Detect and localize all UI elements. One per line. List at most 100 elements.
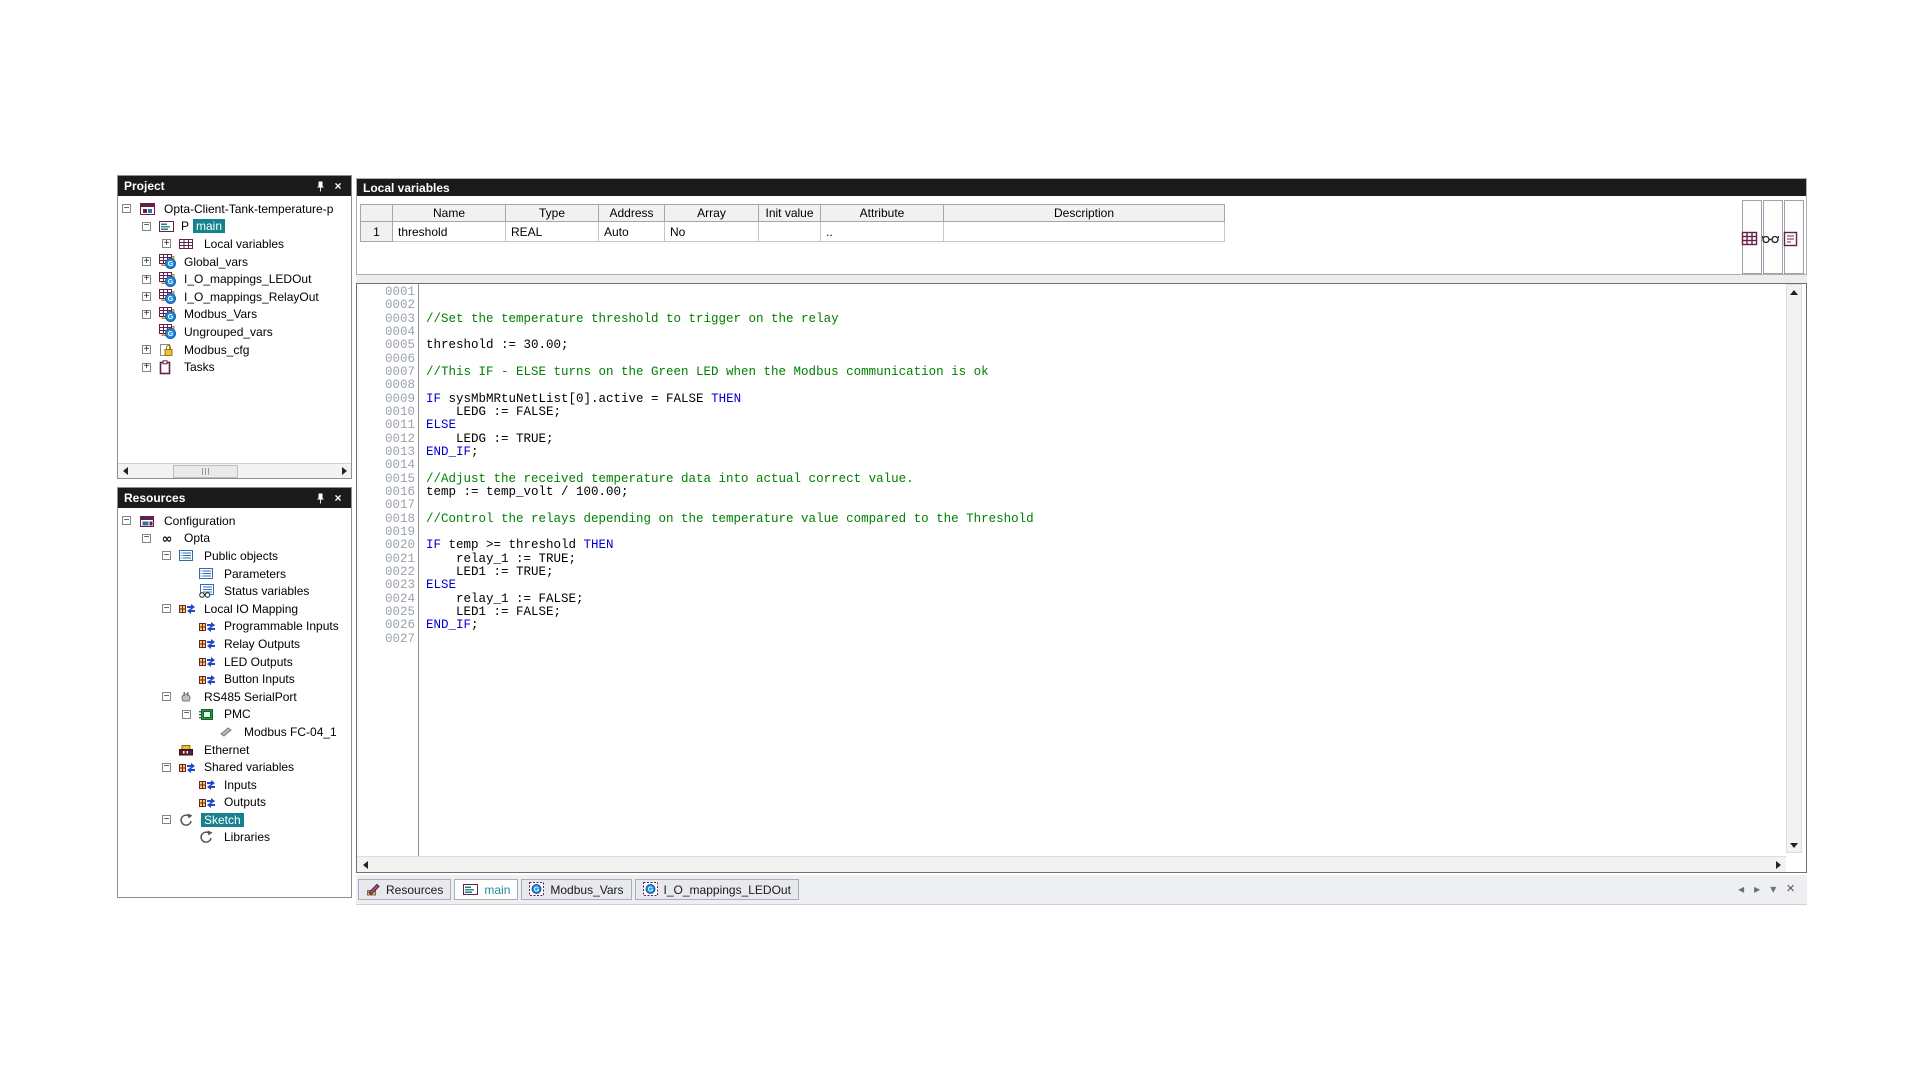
line-number: 0014 <box>357 459 418 472</box>
project-panel-header[interactable]: Project × <box>118 176 351 196</box>
tab-i-o-mappings-ledout[interactable]: GI_O_mappings_LEDOut <box>635 879 799 900</box>
doc-view-button[interactable] <box>1784 200 1804 274</box>
tab-close-button[interactable]: × <box>1786 883 1795 895</box>
expander-icon[interactable]: + <box>142 345 151 354</box>
tree-item-configuration[interactable]: −Configuration <box>118 512 351 530</box>
program-icon <box>158 220 181 233</box>
tree-item-pmc[interactable]: −PMC <box>118 706 351 724</box>
tree-item-modbus-vars[interactable]: +GModbus_Vars <box>118 306 351 324</box>
tree-item-opta-client-tank-temperature-p[interactable]: −Opta-Client-Tank-temperature-p <box>118 200 351 218</box>
line-number: 0023 <box>357 579 418 592</box>
panel-splitter[interactable] <box>356 275 1807 283</box>
tree-item-modbus-cfg[interactable]: +Modbus_cfg <box>118 341 351 359</box>
gutter-separator <box>418 284 419 856</box>
expander-icon[interactable]: − <box>182 710 191 719</box>
expander-icon[interactable]: + <box>162 239 171 248</box>
tree-item-tasks[interactable]: +Tasks <box>118 358 351 376</box>
close-icon[interactable]: × <box>331 491 345 505</box>
code-line: 0013END_IF; <box>357 446 1786 459</box>
tree-item-i-o-mappings-ledout[interactable]: +GI_O_mappings_LEDOut <box>118 270 351 288</box>
line-number: 0024 <box>357 593 418 606</box>
expander-icon[interactable]: − <box>162 815 171 824</box>
scroll-up-icon[interactable] <box>1787 285 1801 299</box>
tree-item-local-variables[interactable]: +Local variables <box>118 235 351 253</box>
tree-item-libraries[interactable]: Libraries <box>118 829 351 847</box>
tree-item-public-objects[interactable]: −Public objects <box>118 547 351 565</box>
expander-icon[interactable]: − <box>162 604 171 613</box>
expander-icon[interactable]: + <box>142 275 151 284</box>
code-line: 0010 LEDG := FALSE; <box>357 406 1786 419</box>
cell-description[interactable] <box>944 222 1225 242</box>
tree-item-global-vars[interactable]: +GGlobal_vars <box>118 253 351 271</box>
close-icon[interactable]: × <box>331 179 345 193</box>
tree-item-local-io-mapping[interactable]: −Local IO Mapping <box>118 600 351 618</box>
tree-item-ethernet[interactable]: Ethernet <box>118 741 351 759</box>
expander-icon[interactable]: − <box>122 204 131 213</box>
tree-item-sketch[interactable]: −Sketch <box>118 811 351 829</box>
project-tree: −Opta-Client-Tank-temperature-p−Pmain+Lo… <box>118 200 351 376</box>
tab-resources[interactable]: Resources <box>358 879 451 900</box>
gridgtab-icon: G <box>643 882 659 897</box>
expander-icon[interactable]: + <box>142 310 151 319</box>
tree-item-opta[interactable]: −∞Opta <box>118 530 351 548</box>
code-line: 0014 <box>357 459 1786 472</box>
scroll-right-icon[interactable] <box>337 464 351 478</box>
scrollbar-thumb[interactable] <box>173 465 238 478</box>
pin-icon[interactable] <box>313 179 327 193</box>
expander-icon[interactable]: − <box>142 222 151 231</box>
expander-icon[interactable]: − <box>142 534 151 543</box>
tree-item-parameters[interactable]: Parameters <box>118 565 351 583</box>
tree-item-modbus-fc-04-1[interactable]: Modbus FC-04_1 <box>118 723 351 741</box>
tree-item-ungrouped-vars[interactable]: GUngrouped_vars <box>118 323 351 341</box>
tree-item-status-variables[interactable]: Status variables <box>118 582 351 600</box>
expander-icon[interactable]: − <box>162 763 171 772</box>
tab-main[interactable]: main <box>454 879 518 900</box>
expander-icon[interactable]: − <box>162 692 171 701</box>
tab-scroll-right-button[interactable]: ▸ <box>1754 882 1760 896</box>
code-line: 0018//Control the relays depending on th… <box>357 513 1786 526</box>
tree-item-programmable-inputs[interactable]: Programmable Inputs <box>118 618 351 636</box>
cell-address[interactable]: Auto <box>599 222 665 242</box>
tree-item-inputs[interactable]: Inputs <box>118 776 351 794</box>
scroll-down-icon[interactable] <box>1787 838 1801 852</box>
expander-icon[interactable]: − <box>122 516 131 525</box>
tree-item-main[interactable]: −Pmain <box>118 218 351 236</box>
tab-list-menu-button[interactable]: ▾ <box>1770 882 1776 896</box>
scroll-left-icon[interactable] <box>118 464 132 478</box>
code-line: 0017 <box>357 499 1786 512</box>
tree-item-relay-outputs[interactable]: Relay Outputs <box>118 635 351 653</box>
cell-type[interactable]: REAL <box>506 222 599 242</box>
code-editor[interactable]: 000100020003//Set the temperature thresh… <box>356 283 1807 873</box>
tree-item-led-outputs[interactable]: LED Outputs <box>118 653 351 671</box>
tree-item-button-inputs[interactable]: Button Inputs <box>118 670 351 688</box>
pin-icon[interactable] <box>313 491 327 505</box>
tree-item-shared-variables[interactable]: −Shared variables <box>118 758 351 776</box>
cell-init-value[interactable] <box>759 222 821 242</box>
expander-icon[interactable]: + <box>142 292 151 301</box>
svg-text:∞: ∞ <box>162 532 173 545</box>
grid-view-button[interactable] <box>1742 200 1762 274</box>
local-variables-header[interactable]: Local variables <box>357 179 1806 196</box>
cell-attribute[interactable]: .. <box>821 222 944 242</box>
scroll-right-icon[interactable] <box>1771 858 1785 872</box>
tree-item-i-o-mappings-relayout[interactable]: +GI_O_mappings_RelayOut <box>118 288 351 306</box>
editor-horizontal-scrollbar[interactable] <box>357 856 1786 872</box>
tree-item-outputs[interactable]: Outputs <box>118 794 351 812</box>
expander-icon[interactable]: + <box>142 257 151 266</box>
row-number-cell[interactable]: 1 <box>361 222 393 242</box>
cell-name[interactable]: threshold <box>393 222 506 242</box>
line-number: 0016 <box>357 486 418 499</box>
svg-text:G: G <box>647 887 653 894</box>
expander-icon[interactable]: + <box>142 363 151 372</box>
tab-modbus-vars[interactable]: GModbus_Vars <box>521 879 631 900</box>
tab-scroll-left-button[interactable]: ◂ <box>1738 882 1744 896</box>
scroll-left-icon[interactable] <box>358 858 372 872</box>
tree-item-rs485-serialport[interactable]: −RS485 SerialPort <box>118 688 351 706</box>
project-horizontal-scrollbar[interactable] <box>118 463 351 478</box>
resources-panel-header[interactable]: Resources × <box>118 488 351 508</box>
cell-array[interactable]: No <box>665 222 759 242</box>
expander-icon[interactable]: − <box>162 551 171 560</box>
editor-vertical-scrollbar[interactable] <box>1786 284 1802 853</box>
watch-view-button[interactable] <box>1763 200 1783 274</box>
sketch-icon <box>178 813 201 827</box>
